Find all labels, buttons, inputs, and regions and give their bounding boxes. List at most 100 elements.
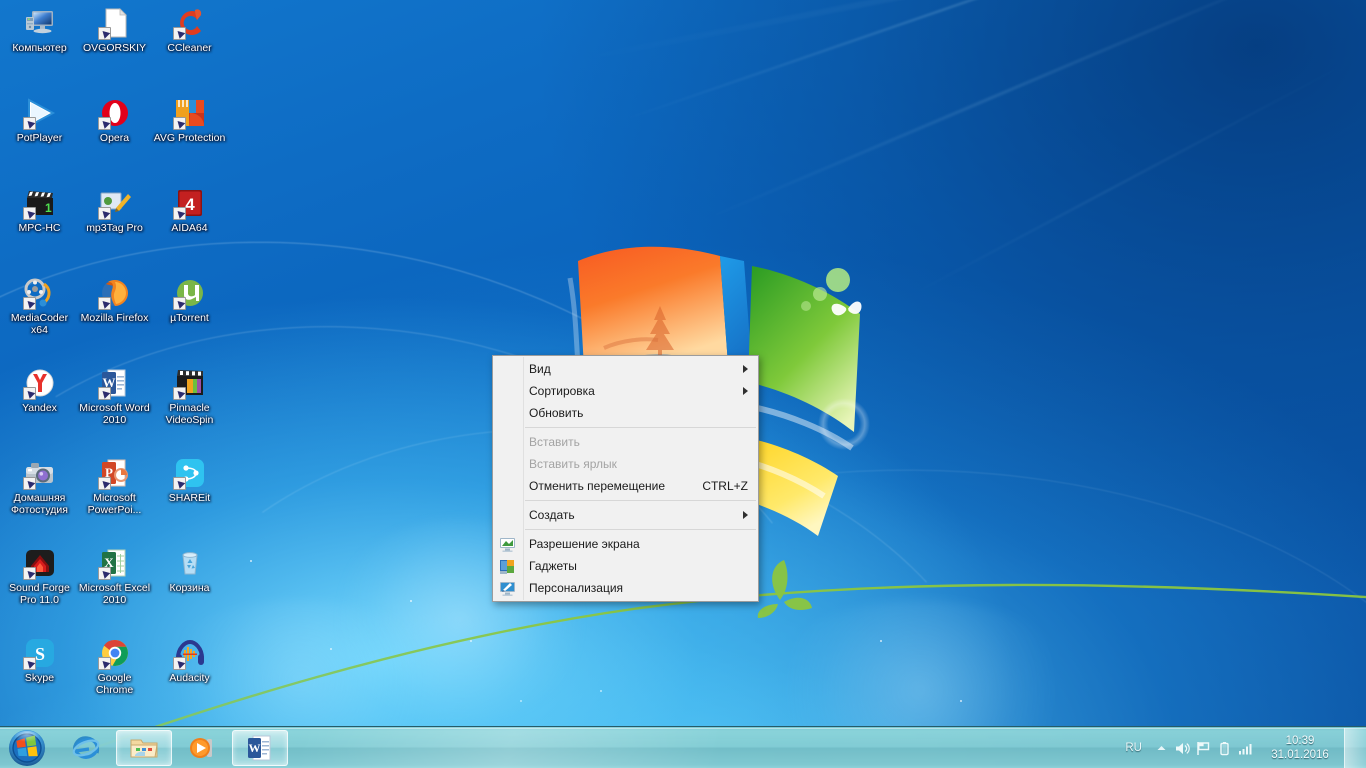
- taskbar-button-windows-explorer[interactable]: [116, 729, 172, 766]
- taskbar-button-microsoft-word[interactable]: W: [232, 729, 288, 766]
- sound-forge-icon: [22, 546, 57, 580]
- desktop-icon-skype[interactable]: S Skype: [2, 632, 77, 722]
- avg-protection-icon: [172, 96, 207, 130]
- submenu-arrow-icon: [743, 387, 748, 395]
- desktop-icon-sound-forge[interactable]: Sound Forge Pro 11.0: [2, 542, 77, 632]
- my-computer-icon: [23, 6, 57, 40]
- battery-icon[interactable]: [1214, 737, 1235, 759]
- desktop-icon-firefox[interactable]: Mozilla Firefox: [77, 272, 152, 362]
- home-photo-studio-icon: [22, 456, 57, 490]
- word-icon: W: [97, 366, 132, 400]
- context-menu-item-paste-shortcut: Вставить ярлык: [493, 453, 758, 475]
- desktop-icon-mpc-hc[interactable]: 1 MPC-HC: [2, 182, 77, 272]
- desktop-icon-pinnacle-videospin[interactable]: Pinnacle VideoSpin: [152, 362, 227, 452]
- desktop-icon-label: Домашняя Фотостудия: [11, 492, 68, 516]
- context-menu-item-sort[interactable]: Сортировка: [493, 380, 758, 402]
- powerpoint-icon: P: [97, 456, 132, 490]
- gadgets-icon: [499, 558, 516, 575]
- personalization-icon: [499, 580, 516, 597]
- desktop-icon-mp3tag-pro[interactable]: mp3Tag Pro: [77, 182, 152, 272]
- shortcut-overlay-icon: [22, 477, 36, 490]
- context-menu-label: Создать: [529, 508, 575, 522]
- svg-text:S: S: [34, 644, 44, 664]
- context-menu-label: Отменить перемещение: [529, 479, 666, 493]
- context-menu-label: Обновить: [529, 406, 584, 420]
- action-center-flag-icon[interactable]: [1193, 737, 1214, 759]
- desktop-icon-label: PotPlayer: [16, 132, 63, 144]
- desktop-icon-word[interactable]: W Microsoft Word 2010: [77, 362, 152, 452]
- desktop-icon-chrome[interactable]: Google Chrome: [77, 632, 152, 722]
- wallpaper-light-ray: [699, 0, 1345, 223]
- desktop-icon-powerpoint[interactable]: P Microsoft PowerPoi...: [77, 452, 152, 542]
- desktop-icon-computer[interactable]: Компьютер: [2, 2, 77, 92]
- desktop-icon-yandex[interactable]: Yandex: [2, 362, 77, 452]
- svg-text:4: 4: [185, 195, 195, 214]
- wallpaper-sparkle: [520, 700, 522, 702]
- context-menu-accelerator: CTRL+Z: [702, 479, 748, 493]
- system-tray: RU 10:39 31.01.2016: [1125, 727, 1366, 768]
- mp3tag-pro-icon: [97, 186, 132, 220]
- desktop-icon-potplayer[interactable]: PotPlayer: [2, 92, 77, 182]
- taskbar[interactable]: W RU 10:39 31.01.2016: [0, 726, 1366, 768]
- desktop-icon-label: Yandex: [22, 402, 57, 414]
- show-hidden-icons-chevron[interactable]: [1151, 737, 1172, 759]
- context-menu-label: Персонализация: [529, 581, 624, 595]
- context-menu-item-new[interactable]: Создать: [493, 504, 758, 526]
- desktop-context-menu[interactable]: Вид Сортировка Обновить Вставить Вставит…: [492, 355, 759, 602]
- desktop-icon-label: Pinnacle VideoSpin: [165, 402, 214, 426]
- desktop-icon-mediacoder[interactable]: MediaCoder x64: [2, 272, 77, 362]
- show-desktop-button[interactable]: [1344, 727, 1366, 768]
- context-menu-item-personalization[interactable]: Персонализация: [493, 577, 758, 599]
- shortcut-overlay-icon: [97, 477, 111, 490]
- desktop-icon-shareit[interactable]: SHAREit: [152, 452, 227, 542]
- screen-resolution-icon: [499, 536, 516, 553]
- context-menu-separator: [525, 500, 756, 501]
- microsoft-word-icon: W: [248, 735, 271, 760]
- wallpaper-light-ray: [899, 55, 1360, 302]
- volume-icon[interactable]: [1172, 737, 1193, 759]
- wallpaper-sparkle: [410, 600, 412, 602]
- wallpaper-sparkle: [880, 640, 882, 642]
- desktop-icon-opera[interactable]: Opera: [77, 92, 152, 182]
- language-indicator[interactable]: RU: [1125, 742, 1142, 754]
- desktop-icon-recycle-bin[interactable]: Корзина: [152, 542, 227, 632]
- network-signal-icon[interactable]: [1235, 737, 1256, 759]
- desktop-icon-home-photo-studio[interactable]: Домашняя Фотостудия: [2, 452, 77, 542]
- yandex-browser-icon: [22, 366, 57, 400]
- desktop-icon-utorrent[interactable]: µTorrent: [152, 272, 227, 362]
- desktop-icon-audacity[interactable]: Audacity: [152, 632, 227, 722]
- context-menu-item-screen-resolution[interactable]: Разрешение экрана: [493, 533, 758, 555]
- desktop-icon-ccleaner[interactable]: CCleaner: [152, 2, 227, 92]
- desktop-icon-excel[interactable]: X Microsoft Excel 2010: [77, 542, 152, 632]
- shareit-icon: [172, 456, 207, 490]
- taskbar-button-internet-explorer[interactable]: [58, 730, 114, 766]
- context-menu-item-gadgets[interactable]: Гаджеты: [493, 555, 758, 577]
- aida64-icon: 4: [172, 186, 207, 220]
- desktop-icon-aida64[interactable]: 4 AIDA64: [152, 182, 227, 272]
- clock-time: 10:39: [1285, 735, 1315, 747]
- desktop-icon-label: AVG Protection: [153, 132, 226, 144]
- start-button[interactable]: [0, 728, 54, 768]
- shortcut-overlay-icon: [22, 387, 36, 400]
- desktop-icon-ovgorskiy[interactable]: OVGORSKIY: [77, 2, 152, 92]
- taskbar-clock[interactable]: 10:39 31.01.2016: [1260, 727, 1340, 768]
- submenu-arrow-icon: [743, 365, 748, 373]
- text-document-icon: [97, 6, 132, 40]
- shortcut-overlay-icon: [172, 657, 186, 670]
- context-menu-item-paste: Вставить: [493, 431, 758, 453]
- recycle-bin-icon: [173, 546, 207, 580]
- shortcut-overlay-icon: [172, 297, 186, 310]
- desktop-icon-label: Google Chrome: [95, 672, 134, 696]
- shortcut-overlay-icon: [22, 567, 36, 580]
- context-menu-item-refresh[interactable]: Обновить: [493, 402, 758, 424]
- taskbar-button-windows-media-player[interactable]: [174, 730, 230, 766]
- shortcut-overlay-icon: [97, 297, 111, 310]
- context-menu-item-undo-move[interactable]: Отменить перемещение CTRL+Z: [493, 475, 758, 497]
- desktop-icon-label: AIDA64: [171, 222, 208, 234]
- pinnacle-videospin-icon: [172, 366, 207, 400]
- ccleaner-icon: [172, 6, 207, 40]
- context-menu-label: Вставить: [529, 435, 580, 449]
- context-menu-item-view[interactable]: Вид: [493, 358, 758, 380]
- shortcut-overlay-icon: [172, 27, 186, 40]
- desktop-icon-avg-protection[interactable]: AVG Protection: [152, 92, 227, 182]
